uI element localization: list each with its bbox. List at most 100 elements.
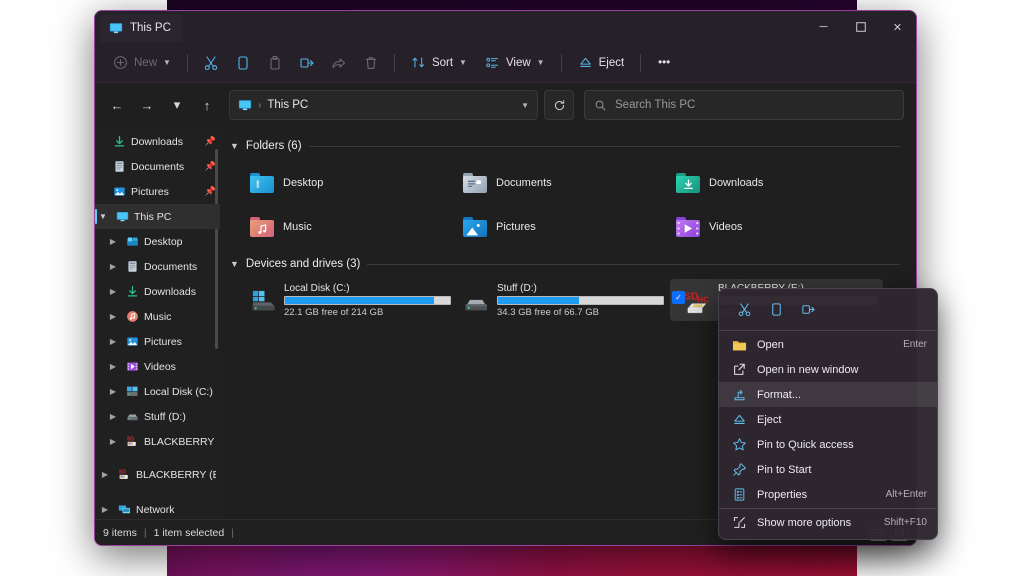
sidebar-item-music[interactable]: ▶ Music xyxy=(95,304,220,329)
breadcrumb-dropdown-icon[interactable]: ▼ xyxy=(521,101,529,110)
context-menu-item-properties[interactable]: Properties Alt+Enter xyxy=(719,482,937,507)
sidebar-item-downloads-quick[interactable]: Downloads 📌 xyxy=(95,129,220,154)
drives-group-title: Devices and drives (3) xyxy=(246,258,360,270)
paste-icon[interactable] xyxy=(793,296,823,322)
context-menu-item-eject[interactable]: Eject xyxy=(719,407,937,432)
format-icon xyxy=(731,387,747,402)
sidebar-item-label: Documents xyxy=(131,161,184,173)
sidebar-item-videos[interactable]: ▶ Videos xyxy=(95,354,220,379)
close-button[interactable]: ✕ xyxy=(879,11,916,43)
sort-button[interactable]: Sort ▼ xyxy=(403,49,475,77)
minimize-button[interactable]: ─ xyxy=(805,11,842,43)
cut-icon[interactable] xyxy=(729,296,759,322)
chevron-down-icon[interactable]: ▼ xyxy=(95,212,111,221)
downloads-folder-icon xyxy=(676,173,700,193)
sidebar-item-label: BLACKBERRY (E xyxy=(144,436,216,448)
context-menu-item-open-in-new-window[interactable]: Open in new window xyxy=(719,357,937,382)
chevron-down-icon[interactable]: ▼ xyxy=(230,141,239,151)
folder-item-downloads[interactable]: Downloads xyxy=(670,161,883,205)
chevron-right-icon[interactable]: ▶ xyxy=(105,412,121,421)
drives-group-header[interactable]: ▼ Devices and drives (3) xyxy=(226,253,908,275)
context-menu-item-format[interactable]: Format... xyxy=(719,382,937,407)
sidebar-item-label: Local Disk (C:) xyxy=(144,386,213,398)
sidebar-item-desktop[interactable]: ▶ Desktop xyxy=(95,229,220,254)
folder-item-music[interactable]: Music xyxy=(244,205,457,249)
context-menu-item-pin-to-quick-access[interactable]: Pin to Quick access xyxy=(719,432,937,457)
sidebar-item-network[interactable]: ▶ Network xyxy=(95,497,220,519)
sidebar-item-blackberry-child[interactable]: ▶ SD BLACKBERRY (E xyxy=(95,429,220,454)
context-menu-item-show-more-options[interactable]: Show more options Shift+F10 xyxy=(719,510,937,535)
status-separator: | xyxy=(144,527,147,539)
windows-drive-icon xyxy=(126,385,139,398)
star-icon xyxy=(731,437,747,452)
chevron-right-icon[interactable]: ▶ xyxy=(105,387,121,396)
eject-button[interactable]: Eject xyxy=(570,49,633,77)
eject-button-label: Eject xyxy=(599,57,625,69)
title-bar: This PC ─ ✕ xyxy=(95,11,916,43)
maximize-button[interactable] xyxy=(842,11,879,43)
rename-button[interactable] xyxy=(292,49,322,77)
breadcrumb-item-this-pc[interactable]: This PC xyxy=(267,99,308,111)
sort-button-label: Sort xyxy=(432,57,453,69)
drive-item-local-disk-c[interactable]: Local Disk (C:) 22.1 GB free of 214 GB xyxy=(244,279,457,321)
chevron-right-icon[interactable]: ▶ xyxy=(105,262,121,271)
context-menu-item-pin-to-start[interactable]: Pin to Start xyxy=(719,457,937,482)
cut-button[interactable] xyxy=(196,49,226,77)
sidebar-item-documents[interactable]: ▶ Documents xyxy=(95,254,220,279)
new-button[interactable]: New ▼ xyxy=(105,49,179,77)
chevron-right-icon[interactable]: ▶ xyxy=(105,312,121,321)
search-box[interactable]: Search This PC xyxy=(584,90,904,120)
paste-button[interactable] xyxy=(260,49,290,77)
sidebar-item-downloads[interactable]: ▶ Downloads xyxy=(95,279,220,304)
view-button[interactable]: View ▼ xyxy=(477,49,553,77)
documents-folder-icon xyxy=(463,173,487,193)
sidebar-item-documents-quick[interactable]: Documents 📌 xyxy=(95,154,220,179)
pictures-icon xyxy=(126,335,139,348)
search-input[interactable]: Search This PC xyxy=(615,99,695,111)
view-icon xyxy=(485,55,500,70)
sidebar-item-blackberry-e[interactable]: ▶ SD BLACKBERRY (E:) xyxy=(95,462,220,487)
chevron-right-icon[interactable]: ▶ xyxy=(97,505,113,514)
copy-button[interactable] xyxy=(228,49,258,77)
svg-text:HC: HC xyxy=(697,295,709,305)
folders-group-header[interactable]: ▼ Folders (6) xyxy=(226,135,908,157)
sidebar-item-pictures-quick[interactable]: Pictures 📌 xyxy=(95,179,220,204)
folder-item-pictures[interactable]: Pictures xyxy=(457,205,670,249)
chevron-right-icon[interactable]: ▶ xyxy=(105,287,121,296)
sidebar-item-local-disk-c[interactable]: ▶ Local Disk (C:) xyxy=(95,379,220,404)
toolbar-divider xyxy=(187,54,188,72)
drive-free-text: 22.1 GB free of 214 GB xyxy=(284,307,451,318)
this-pc-icon xyxy=(109,21,123,35)
tab-this-pc[interactable]: This PC xyxy=(100,14,183,42)
folder-item-label: Music xyxy=(283,221,312,233)
show-more-icon xyxy=(731,515,747,530)
breadcrumb[interactable]: › This PC ▼ xyxy=(229,90,538,120)
refresh-button[interactable] xyxy=(544,90,574,120)
sidebar-item-pictures[interactable]: ▶ Pictures xyxy=(95,329,220,354)
chevron-right-icon[interactable]: ▶ xyxy=(105,437,121,446)
folder-item-videos[interactable]: Videos xyxy=(670,205,883,249)
sd-card-icon: SD xyxy=(126,435,139,448)
chevron-down-icon[interactable]: ▼ xyxy=(230,259,239,269)
chevron-right-icon[interactable]: ▶ xyxy=(105,362,121,371)
forward-button[interactable]: → xyxy=(133,91,161,119)
recent-locations-button[interactable]: ▾ xyxy=(163,91,191,119)
up-button[interactable]: ↑ xyxy=(193,91,221,119)
chevron-right-icon[interactable]: ▶ xyxy=(105,337,121,346)
chevron-right-icon[interactable]: ▶ xyxy=(105,237,121,246)
delete-button[interactable] xyxy=(356,49,386,77)
folder-item-documents[interactable]: Documents xyxy=(457,161,670,205)
copy-icon[interactable] xyxy=(761,296,791,322)
back-button[interactable]: ← xyxy=(103,91,131,119)
chevron-right-icon[interactable]: ▶ xyxy=(97,470,113,479)
see-more-button[interactable]: ••• xyxy=(649,49,679,77)
pin-icon xyxy=(731,462,747,477)
folder-item-desktop[interactable]: Desktop xyxy=(244,161,457,205)
share-button[interactable] xyxy=(324,49,354,77)
drive-item-stuff-d[interactable]: Stuff (D:) 34.3 GB free of 66.7 GB xyxy=(457,279,670,321)
sidebar-item-label: Downloads xyxy=(131,136,183,148)
sidebar-item-this-pc[interactable]: ▼ This PC xyxy=(95,204,220,229)
context-menu-item-open[interactable]: Open Enter xyxy=(719,332,937,357)
sidebar-item-stuff-d[interactable]: ▶ Stuff (D:) xyxy=(95,404,220,429)
capacity-bar xyxy=(497,296,664,305)
